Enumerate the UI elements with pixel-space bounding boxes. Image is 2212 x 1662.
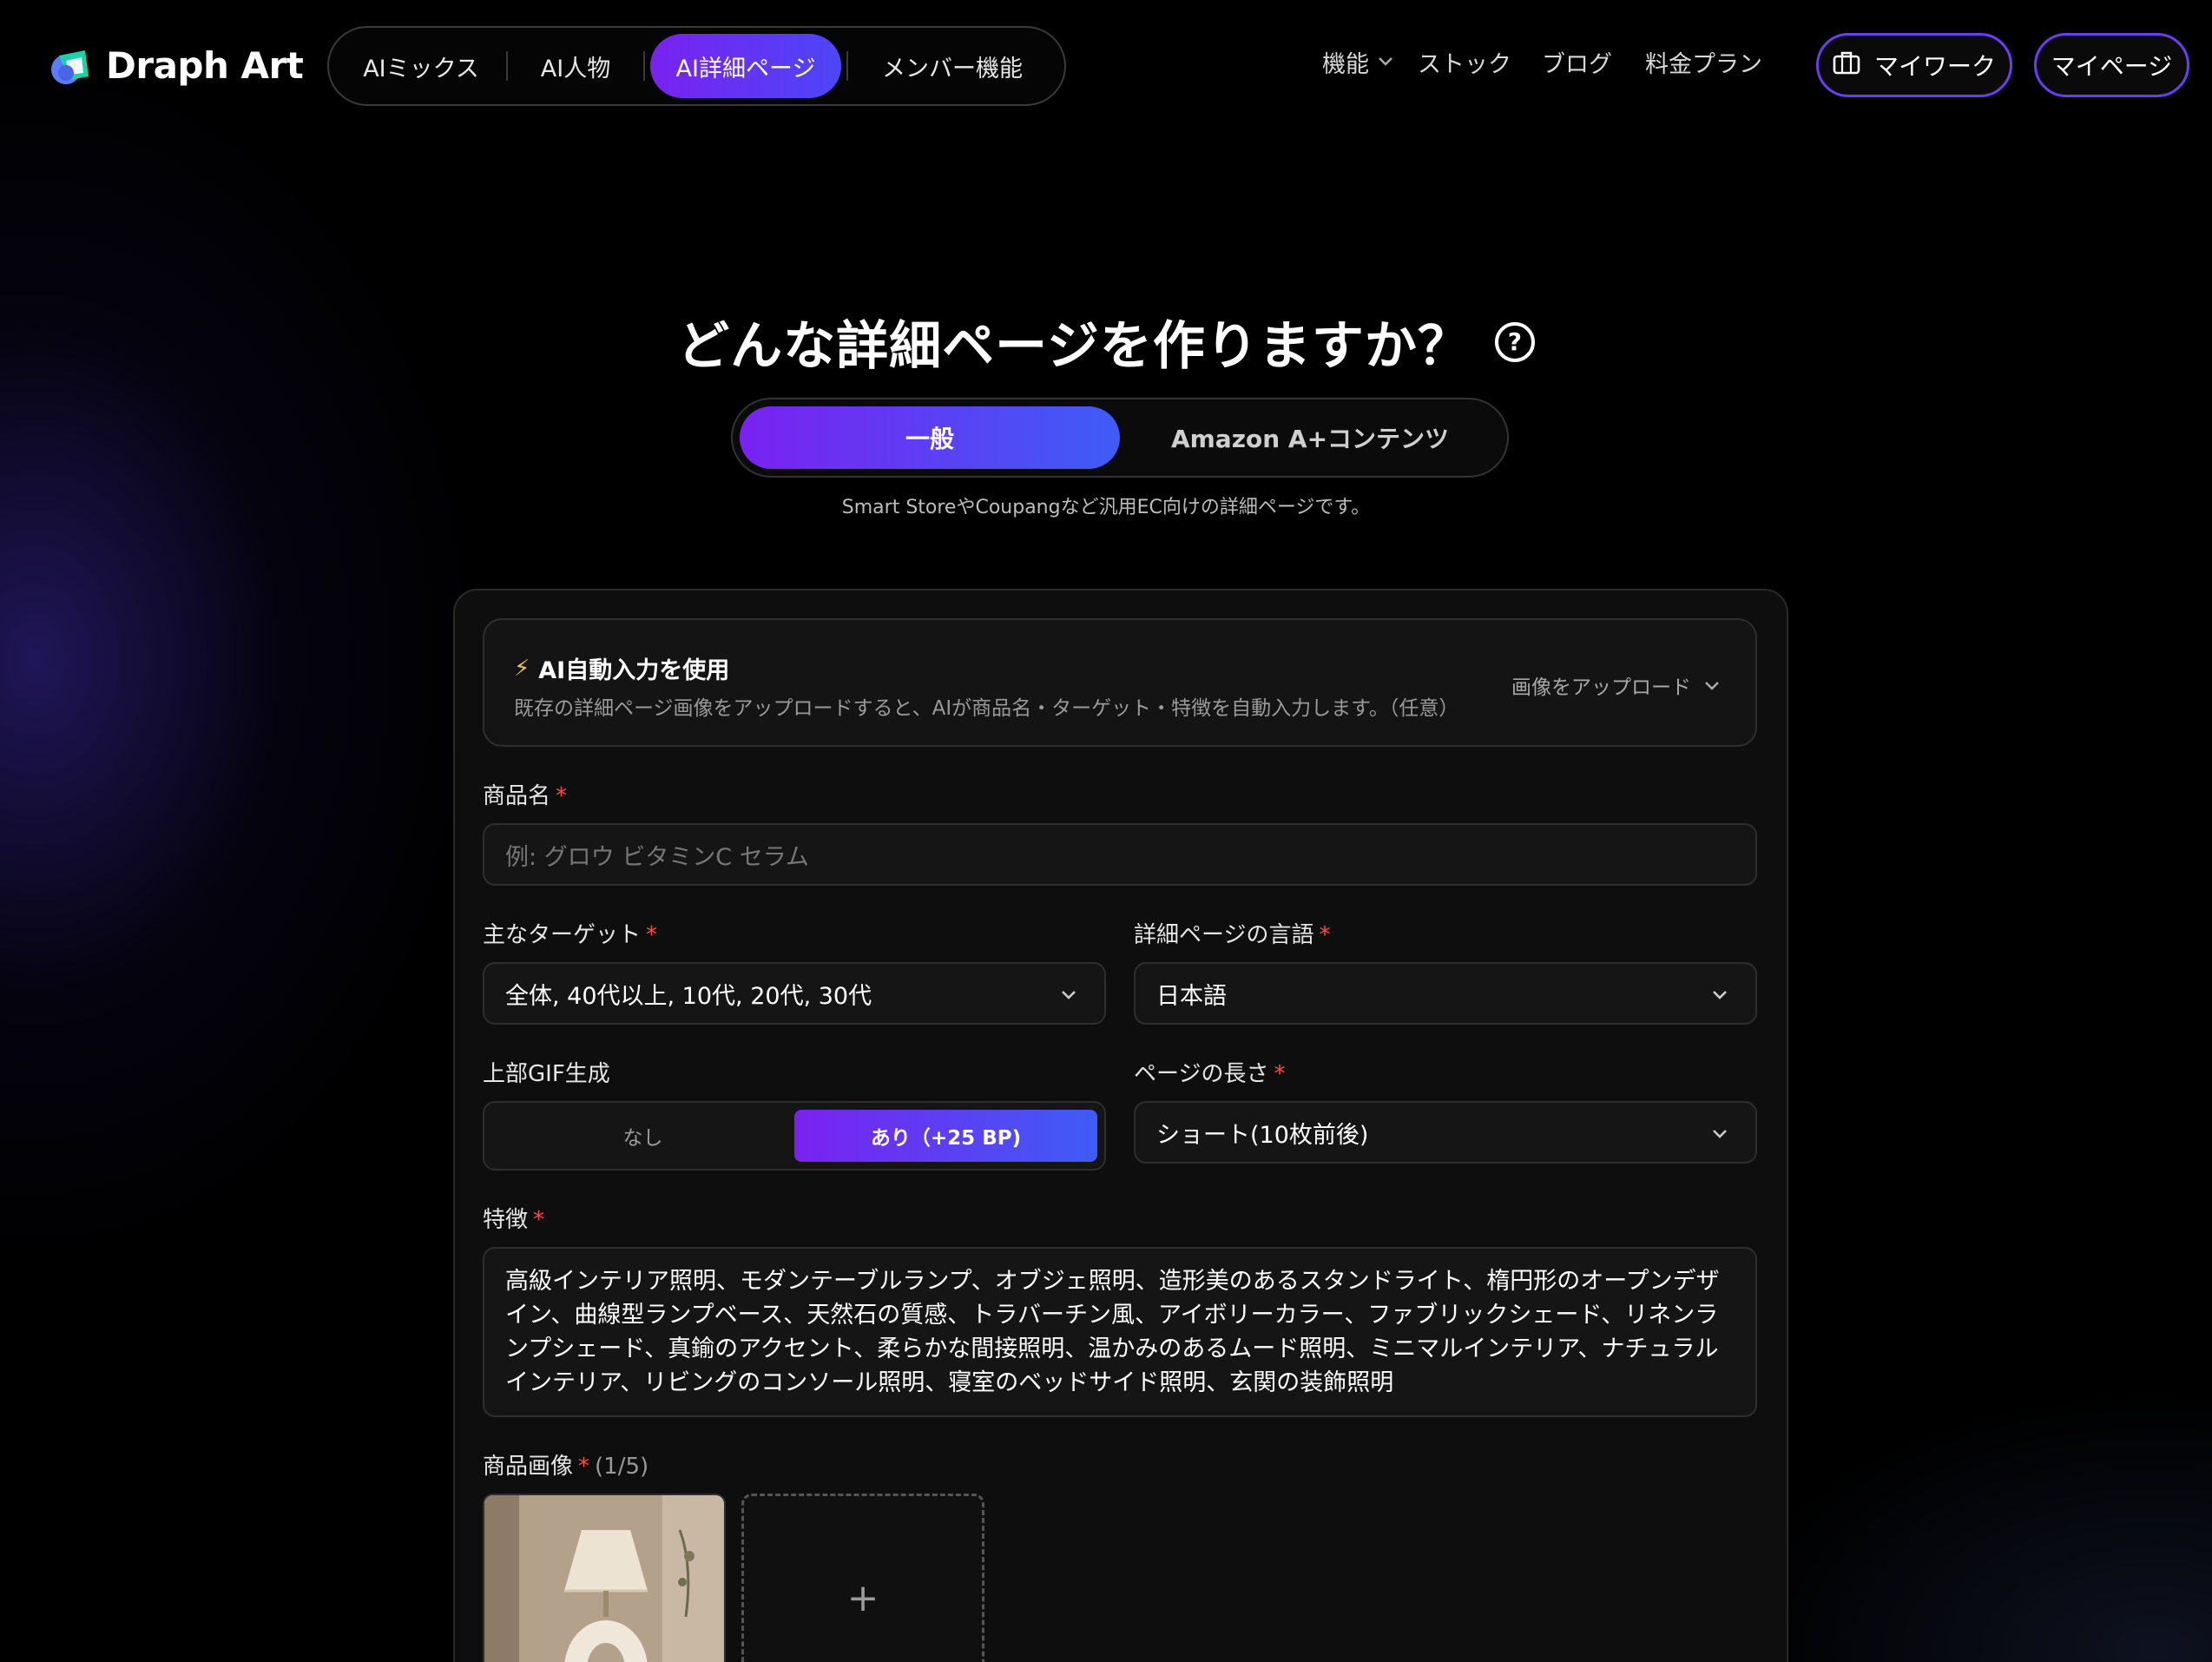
length-select[interactable]: ショート(10枚前後) [1134,1101,1757,1164]
length-select-value: ショート(10枚前後) [1156,1121,1369,1149]
mode-toggle: 一般 Amazon A+コンテンツ [731,398,1509,478]
add-image-button[interactable]: + [741,1494,984,1662]
mywork-label: マイワーク [1873,52,1996,81]
gif-toggle: なし あり（+25 BP) [483,1101,1106,1171]
language-select-value: 日本語 [1156,982,1227,1010]
length-label: ページの長さ * [1134,1056,1285,1088]
product-name-label: 商品名 * [483,778,567,810]
target-label: 主なターゲット * [483,917,657,949]
page-title: どんな詳細ページを作りますか？ [677,316,1471,377]
required-mark: * [1319,922,1331,948]
lightning-icon: ⚡ [514,655,530,682]
logo-icon [50,43,94,87]
tab-ai-person[interactable]: AI人物 [508,34,643,98]
required-mark: * [646,922,658,948]
nav-blog[interactable]: ブログ [1542,45,1612,79]
required-mark: * [533,1207,545,1233]
page: Draph Art AIミックス AI人物 AI詳細ページ メンバー機能 機能 … [0,0,2212,1662]
gif-option-none[interactable]: なし [491,1110,794,1162]
plus-icon: + [846,1575,879,1620]
length-label-text: ページの長さ [1134,1061,1269,1087]
target-select[interactable]: 全体, 40代以上, 10代, 20代, 30代 [483,962,1106,1025]
chevron-down-icon [1710,1122,1729,1141]
gif-label: 上部GIF生成 [483,1061,610,1087]
mypage-button[interactable]: マイページ [2034,33,2189,97]
ai-autofill-panel[interactable]: ⚡ AI自動入力を使用 既存の詳細ページ画像をアップロードすると、AIが商品名・… [483,618,1757,747]
mode-general[interactable]: 一般 [740,406,1120,469]
language-select[interactable]: 日本語 [1134,962,1757,1025]
gif-option-yes[interactable]: あり（+25 BP) [794,1110,1097,1162]
features-label: 特徴 * [483,1202,544,1234]
required-mark: * [578,1454,590,1480]
target-label-text: 主なターゲット [483,922,642,948]
main-nav: AIミックス AI人物 AI詳細ページ メンバー機能 [327,26,1066,106]
product-images-label-text: 商品画像 [483,1454,574,1480]
brand-logo[interactable]: Draph Art [50,43,304,87]
chevron-down-icon [1703,674,1721,696]
tab-ai-detail-page[interactable]: AI詳細ページ [650,34,841,98]
features-label-text: 特徴 [483,1207,529,1233]
mode-description: Smart StoreやCoupangなど汎用EC向けの詳細ページです。 [841,497,1371,518]
product-name-input[interactable]: 例: グロウ ビタミンC セラム [483,823,1757,886]
chevron-down-icon [1378,53,1393,71]
nav-features[interactable]: 機能 [1322,45,1393,79]
hero-header: どんな詳細ページを作りますか？ ? [0,304,2212,379]
ai-autofill-title: ⚡ AI自動入力を使用 [514,651,729,685]
tab-member-features[interactable]: メンバー機能 [848,34,1057,98]
mywork-button[interactable]: マイワーク [1816,33,2012,97]
product-name-label-text: 商品名 [483,783,551,809]
chevron-down-icon [1059,983,1078,1002]
question-circle-icon[interactable]: ? [1494,321,1535,362]
brand-name: Draph Art [106,43,304,87]
product-image-thumbnail[interactable] [483,1494,726,1662]
briefcase-icon [1833,50,1860,81]
nav-stock[interactable]: ストック [1418,45,1511,79]
required-mark: * [1274,1061,1286,1087]
mode-amazon-aplus[interactable]: Amazon A+コンテンツ [1120,406,1500,469]
language-label-text: 詳細ページの言語 [1134,922,1314,948]
product-images-label: 商品画像 * (1/5) [483,1448,648,1481]
target-select-value: 全体, 40代以上, 10代, 20代, 30代 [505,982,872,1010]
language-label: 詳細ページの言語 * [1134,917,1330,949]
ai-autofill-title-text: AI自動入力を使用 [538,657,730,684]
required-mark: * [556,783,568,809]
ai-upload-label: 画像をアップロード [1511,676,1691,699]
tab-ai-mix[interactable]: AIミックス [336,34,506,98]
image-count: (1/5) [595,1454,649,1480]
ai-upload-toggle[interactable]: 画像をアップロード [1511,670,1721,700]
features-textarea[interactable]: 高級インテリア照明、モダンテーブルランプ、オブジェ照明、造形美のあるスタンドライ… [483,1247,1757,1417]
chevron-down-icon [1710,983,1729,1002]
nav-features-label: 機能 [1322,51,1369,78]
nav-pricing[interactable]: 料金プラン [1645,45,1762,79]
ai-autofill-description: 既存の詳細ページ画像をアップロードすると、AIが商品名・ターゲット・特徴を自動入… [514,697,1459,720]
nav-divider [643,51,645,81]
